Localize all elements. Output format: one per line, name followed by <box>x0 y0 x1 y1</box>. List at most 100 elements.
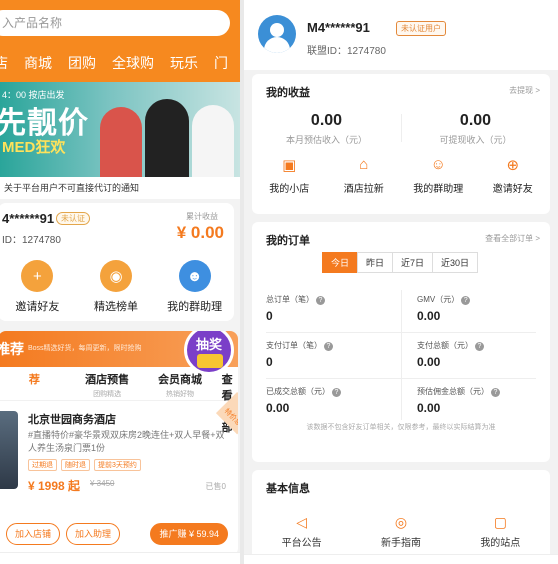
hotel-tag: 随时退 <box>61 459 90 471</box>
my-shop-button[interactable]: ▣ 我的小店 <box>254 156 324 195</box>
action-label: 精选榜单 <box>93 301 138 313</box>
stat-value: 0.00 <box>417 401 441 415</box>
promo-banner[interactable]: 4：00 按店出发 先靓价 MED狂欢 <box>0 82 240 177</box>
my-site-button[interactable]: ▢ 我的站点 <box>465 514 535 549</box>
profile-header: M4******91 未认证用户 联盟ID：1274780 <box>244 0 558 70</box>
user-name: 4******91 <box>2 211 55 226</box>
verify-badge: 未认证 <box>56 212 90 225</box>
site-icon: ▢ <box>493 514 507 530</box>
announcement-button[interactable]: ◁ 平台公告 <box>267 514 337 549</box>
top-bar: 入产品名称 店 商城 团购 全球购 玩乐 门 <box>0 0 240 82</box>
compass-icon: ◎ <box>394 514 408 530</box>
tab-member-mall[interactable]: 会员商城 热销好物 <box>144 371 217 399</box>
stat-value: 0 <box>266 355 273 369</box>
section-title: 我的收益 <box>266 87 310 99</box>
stat-total-orders: 总订单（笔）? 0 <box>266 294 415 323</box>
ranking-icon: ◉ <box>99 260 132 292</box>
group-icon: ☻ <box>178 260 211 292</box>
avatar[interactable] <box>258 15 296 53</box>
stat-value: 0 <box>266 309 273 323</box>
tab-label: 酒店预售 <box>85 374 130 386</box>
period-selector: 今日 昨日 近7日 近30日 <box>322 252 479 273</box>
tab-sublabel: 团购精选 <box>93 391 122 398</box>
avatar-head <box>270 23 284 37</box>
bottom-nav[interactable] <box>244 554 558 564</box>
tab-hotel-presale[interactable]: 酒店预售 团购精选 <box>71 371 144 399</box>
stat-label-text: 总订单（笔） <box>266 295 314 304</box>
shortcut-label: 我的群助理 <box>413 184 464 195</box>
verify-badge[interactable]: 未认证用户 <box>396 21 446 36</box>
action-label: 邀请好友 <box>15 301 60 313</box>
hotel-actions: 加入店铺 加入助理 推广赚 ¥ 59.94 <box>0 523 238 545</box>
banner-person <box>145 99 189 177</box>
help-icon[interactable]: ? <box>332 388 341 397</box>
user-card: 4******91 未认证 ID：1274780 累计收益 ¥ 0.00 + 邀… <box>0 203 234 321</box>
invite-friends-button[interactable]: + 邀请好友 <box>1 260 73 314</box>
stat-value: 0.00 <box>266 401 290 415</box>
stat-label-text: 预估佣金总额（元） <box>417 387 489 396</box>
nav-item[interactable]: 团购 <box>68 53 96 73</box>
orders-section: 我的订单 查看全部订单 > 今日 昨日 近7日 近30日 总订单（笔）? 0 G… <box>252 222 550 462</box>
recommend-title: 推荐 <box>0 341 24 357</box>
bottom-nav[interactable] <box>0 552 240 564</box>
period-today[interactable]: 今日 <box>322 252 359 273</box>
period-yesterday[interactable]: 昨日 <box>357 252 394 273</box>
lottery-label: 抽奖 <box>195 337 222 352</box>
stat-label: 已成交总额（元）? <box>266 386 415 397</box>
period-7d[interactable]: 近7日 <box>392 252 434 273</box>
hotel-tag: 过期退 <box>28 459 57 471</box>
hotel-original-price: ¥ 3450 <box>90 479 115 488</box>
view-all-orders-link[interactable]: 查看全部订单 > <box>485 233 540 244</box>
stat-paid-total: 支付总额（元）? 0.00 <box>417 340 558 369</box>
stat-gmv: GMV（元）? 0.00 <box>417 294 558 323</box>
stat-label: 支付订单（笔）? <box>266 340 415 351</box>
help-icon[interactable]: ? <box>461 296 471 305</box>
nav-item[interactable]: 店 <box>0 53 8 73</box>
hotel-tag: 提前3天预约 <box>94 459 141 471</box>
add-to-assistant-button[interactable]: 加入助理 <box>66 523 121 545</box>
help-icon[interactable]: ? <box>316 296 325 305</box>
hotel-sold-count: 已售0 <box>205 482 226 491</box>
nav-item[interactable]: 商城 <box>24 53 52 73</box>
nav-item[interactable]: 全球购 <box>112 53 154 73</box>
search-input[interactable]: 入产品名称 <box>0 10 230 36</box>
banner-person <box>100 107 142 177</box>
help-icon[interactable]: ? <box>491 388 500 397</box>
announcement-icon: ◁ <box>296 514 308 530</box>
hotel-item[interactable]: 特价惠 北京世园商务酒店 #直播特价#豪华景观双床房2晚连住+双人早餐+双人养生… <box>0 391 238 513</box>
stat-label: 支付总额（元）? <box>417 340 558 351</box>
shortcut-label: 我的小店 <box>269 184 310 195</box>
period-30d[interactable]: 近30日 <box>432 252 479 273</box>
nav-item[interactable]: 玩乐 <box>170 53 198 73</box>
earnings-label: 累计收益 <box>186 212 218 221</box>
nav-item[interactable]: 门 <box>214 53 228 73</box>
add-to-shop-button[interactable]: 加入店铺 <box>6 523 61 545</box>
user-id: ID：1274780 <box>2 235 61 246</box>
category-nav: 店 商城 团购 全球购 玩乐 门 <box>0 53 240 73</box>
income-value: 0.00 <box>310 112 343 129</box>
earnings-value: ¥ 0.00 <box>176 223 224 242</box>
avatar-body <box>264 37 290 53</box>
group-assistant-button[interactable]: ☻ 我的群助理 <box>159 260 231 314</box>
section-title: 基本信息 <box>266 483 310 495</box>
withdraw-link[interactable]: 去提现 > <box>509 85 540 96</box>
basic-info-items: ◁ 平台公告 ◎ 新手指南 ▢ 我的站点 <box>252 514 550 549</box>
group-assistant-button[interactable]: ☺ 我的群助理 <box>403 156 473 195</box>
promote-earn-button[interactable]: 推广赚 ¥ 59.94 <box>150 523 228 545</box>
invite-friends-button[interactable]: ⊕ 邀请好友 <box>478 156 548 195</box>
help-icon[interactable]: ? <box>324 342 333 351</box>
recommend-header: 推荐 Boss精选好货，每周更新，限时抢购 抽奖 <box>0 331 238 375</box>
help-icon[interactable]: ? <box>475 342 484 351</box>
action-label: 我的群助理 <box>167 301 223 313</box>
income-label: 可提现收入（元） <box>439 135 512 145</box>
left-panel: 入产品名称 店 商城 团购 全球购 玩乐 门 4：00 按店出发 先靓价 MED… <box>0 0 240 564</box>
stat-label: 总订单（笔）? <box>266 294 415 305</box>
stat-label-text: 已成交总额（元） <box>266 387 330 396</box>
notice-bar[interactable]: 关于平台用户不可直接代订的通知 <box>0 177 240 199</box>
shop-icon: ▣ <box>282 157 297 174</box>
tab-recommend[interactable]: 荐 <box>0 371 71 387</box>
guide-button[interactable]: ◎ 新手指南 <box>366 514 436 549</box>
top-list-button[interactable]: ◉ 精选榜单 <box>80 260 152 314</box>
stat-label-text: 支付总额（元） <box>417 341 473 350</box>
hotel-referral-button[interactable]: ⌂ 酒店拉新 <box>329 156 399 195</box>
